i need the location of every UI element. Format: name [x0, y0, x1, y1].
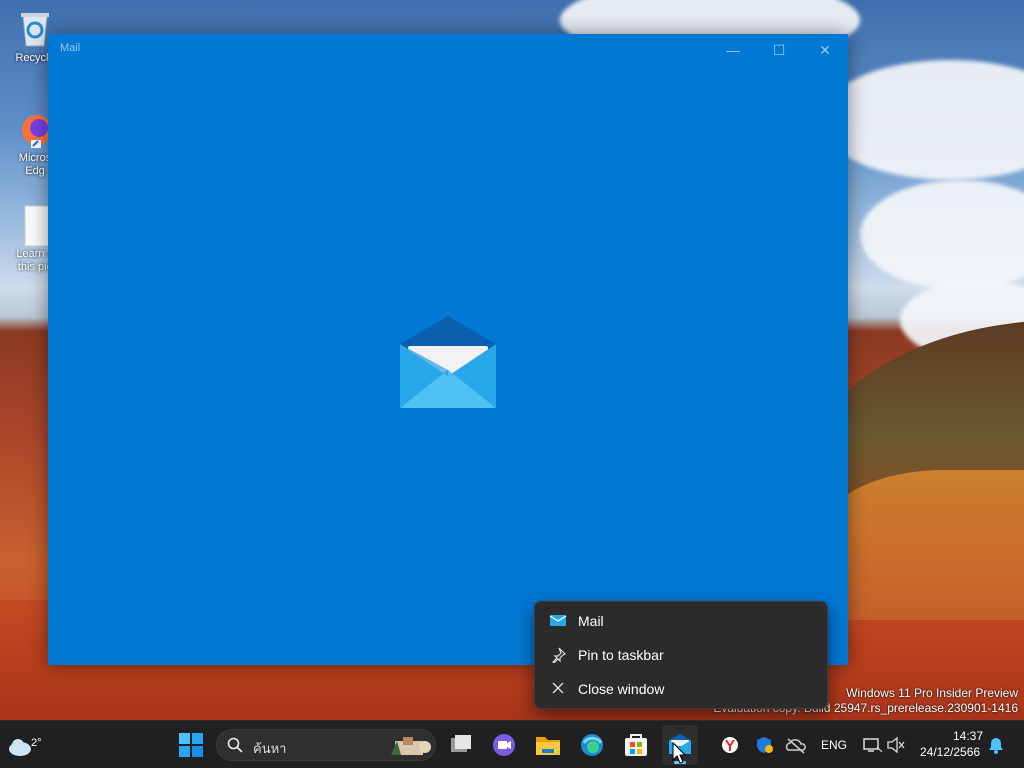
store-button[interactable]: [620, 729, 652, 761]
close-button[interactable]: ✕: [802, 36, 848, 64]
menu-item-mail[interactable]: Mail: [539, 605, 823, 637]
weather-temperature: 2°: [31, 737, 42, 749]
tray-yandex[interactable]: [716, 729, 744, 761]
taskbar: 2° ค้นหา ENG 14:37 24/12/2566: [0, 720, 1024, 768]
menu-item-pin-to-taskbar[interactable]: Pin to taskbar: [539, 639, 823, 671]
tray-onedrive[interactable]: [782, 729, 810, 761]
search-icon: [227, 737, 243, 753]
close-icon: [549, 681, 567, 697]
menu-item-label: Mail: [578, 613, 604, 629]
window-title: Mail: [60, 42, 81, 54]
maximize-button[interactable]: ☐: [756, 36, 802, 64]
start-button[interactable]: [175, 729, 207, 761]
weather-widget[interactable]: 2°: [6, 729, 42, 761]
search-placeholder: ค้นหา: [253, 741, 287, 756]
bell-icon: [989, 738, 1003, 754]
cloud: [820, 60, 1024, 180]
tray-security[interactable]: [750, 729, 778, 761]
watermark-line1: Windows 11 Pro Insider Preview: [846, 686, 1018, 700]
shield-icon: [757, 737, 773, 753]
taskbar-search-box[interactable]: ค้นหา: [216, 729, 436, 761]
menu-item-label: Close window: [578, 681, 665, 697]
cloud-offline-icon: [785, 738, 806, 754]
notification-button[interactable]: [984, 729, 1008, 761]
edge-icon: [581, 734, 603, 756]
clock-time[interactable]: 14:37: [953, 729, 983, 743]
chat-icon: [493, 734, 515, 756]
store-icon: [625, 734, 647, 756]
chat-button[interactable]: [488, 729, 520, 761]
tray-network[interactable]: [858, 729, 886, 761]
menu-item-close-window[interactable]: Close window: [539, 673, 823, 705]
pin-icon: [549, 647, 567, 664]
menu-item-label: Pin to taskbar: [578, 647, 664, 663]
search-highlight-icon: [391, 737, 431, 755]
network-icon: [863, 738, 883, 753]
minimize-button[interactable]: —: [710, 36, 756, 64]
taskbar-context-menu: Mail Pin to taskbar Close window: [534, 601, 828, 709]
start-icon: [179, 733, 203, 757]
task-view-icon: [451, 735, 471, 752]
volume-muted-icon: [887, 736, 905, 754]
mouse-cursor-icon: [672, 742, 686, 764]
file-explorer-icon: [536, 737, 560, 755]
file-explorer-button[interactable]: [532, 729, 564, 761]
cloud: [860, 180, 1024, 290]
clock-date[interactable]: 24/12/2566: [920, 745, 980, 759]
mail-icon: [549, 613, 567, 629]
mail-splash-icon: [398, 314, 498, 410]
language-indicator[interactable]: ENG: [821, 738, 847, 752]
task-view-button[interactable]: [445, 729, 477, 761]
mail-window[interactable]: Mail — ☐ ✕: [48, 34, 848, 665]
yandex-icon: [722, 737, 738, 753]
tray-volume[interactable]: [884, 729, 908, 761]
hill: [824, 470, 1024, 620]
edge-button[interactable]: [576, 729, 608, 761]
